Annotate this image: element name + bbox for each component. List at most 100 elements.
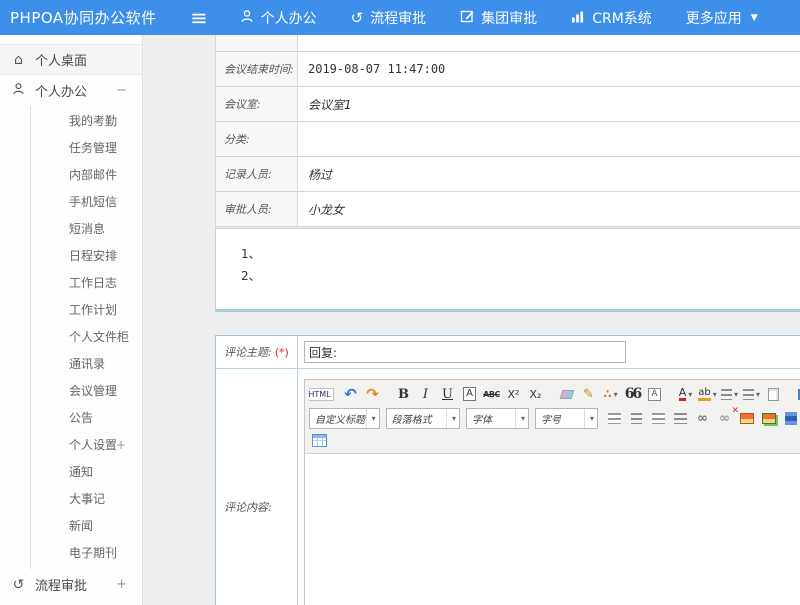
sidebar-item-label: 流程审批 bbox=[35, 575, 87, 594]
sidebar-item-sms[interactable]: 手机短信 bbox=[31, 189, 142, 216]
sidebar-item-internal-mail[interactable]: 内部邮件 bbox=[31, 162, 142, 189]
unordered-list-icon[interactable] bbox=[743, 389, 754, 400]
dropdown-label: 字号 bbox=[541, 411, 561, 426]
insert-image-icon[interactable] bbox=[740, 413, 754, 424]
chevron-down-icon[interactable]: ▾ bbox=[614, 390, 618, 399]
align-right-icon[interactable] bbox=[652, 413, 665, 424]
paste-plain-text-icon[interactable]: A bbox=[648, 388, 661, 401]
caret-down-icon: ▼ bbox=[751, 13, 758, 23]
chevron-down-icon[interactable]: ▾ bbox=[688, 390, 692, 399]
insert-link-icon[interactable]: ∞ bbox=[692, 408, 713, 428]
expand-plus-icon[interactable]: + bbox=[116, 577, 127, 592]
font-color-icon[interactable]: A bbox=[679, 387, 687, 401]
underline-button[interactable]: U bbox=[437, 384, 458, 404]
chevron-down-icon[interactable]: ▾ bbox=[734, 390, 738, 399]
nav-personal-office[interactable]: 个人办公 bbox=[240, 8, 317, 28]
hamburger-menu-icon[interactable]: ≡ bbox=[190, 8, 208, 28]
sidebar-item-label: 公告 bbox=[69, 411, 93, 425]
sidebar-item-news[interactable]: 新闻 bbox=[31, 513, 142, 540]
sidebar-item-personal-settings[interactable]: 个人设置+ bbox=[31, 432, 142, 459]
comment-content-row: 评论内容: HTML ↶ ↷ B I U A bbox=[216, 369, 800, 605]
meeting-content-box: 1、 2、 bbox=[215, 228, 800, 312]
comment-subject-label-cell: 评论主题: (*) bbox=[216, 336, 298, 368]
subscript-button[interactable]: X₂ bbox=[525, 384, 546, 404]
sidebar-item-work-plan[interactable]: 工作计划 bbox=[31, 297, 142, 324]
nav-crm-system[interactable]: CRM系统 bbox=[571, 8, 652, 28]
chevron-down-icon: ▾ bbox=[515, 409, 525, 428]
row-value-cell bbox=[298, 35, 800, 51]
bold-button[interactable]: B bbox=[393, 384, 414, 404]
ordered-list-icon[interactable] bbox=[721, 389, 732, 400]
chevron-down-icon[interactable]: ▾ bbox=[756, 390, 760, 399]
sidebar-item-tasks[interactable]: 任务管理 bbox=[31, 135, 142, 162]
sidebar-item-personal-office[interactable]: 个人办公 − bbox=[0, 75, 142, 106]
color-palette-icon[interactable]: ∴ bbox=[603, 387, 611, 401]
nav-workflow-approval[interactable]: ↺ 流程审批 bbox=[351, 8, 427, 28]
nav-group-approval[interactable]: 集团审批 bbox=[460, 8, 537, 28]
sidebar-item-label: 内部邮件 bbox=[69, 168, 117, 182]
sidebar-item-label: 任务管理 bbox=[69, 141, 117, 155]
align-justify-icon[interactable] bbox=[674, 413, 687, 424]
chevron-down-icon[interactable]: ▾ bbox=[713, 390, 717, 399]
sidebar-item-desktop[interactable]: ⌂ 个人桌面 bbox=[0, 44, 142, 75]
sidebar-item-short-message[interactable]: 短消息 bbox=[31, 216, 142, 243]
highlight-color-icon[interactable]: ab bbox=[698, 387, 710, 401]
comment-subject-input[interactable] bbox=[304, 341, 626, 363]
align-left-icon[interactable] bbox=[608, 413, 621, 424]
expand-plus-icon[interactable]: + bbox=[116, 432, 126, 459]
sidebar-item-schedule[interactable]: 日程安排 bbox=[31, 243, 142, 270]
upload-image-icon[interactable] bbox=[762, 413, 776, 424]
comment-content-label-cell: 评论内容: bbox=[216, 369, 298, 605]
sidebar-item-work-log[interactable]: 工作日志 bbox=[31, 270, 142, 297]
blockquote-button[interactable]: 66 bbox=[622, 384, 643, 404]
sidebar-item-e-journal[interactable]: 电子期刊 bbox=[31, 540, 142, 567]
person-icon bbox=[240, 9, 254, 27]
meeting-end-time-value: 2019-08-07 11:47:00 bbox=[298, 52, 800, 86]
strikethrough-button[interactable]: ABC bbox=[481, 384, 502, 404]
sidebar-item-contacts[interactable]: 通讯录 bbox=[31, 351, 142, 378]
new-page-icon[interactable] bbox=[768, 388, 779, 401]
remove-format-eraser-icon[interactable] bbox=[559, 390, 574, 399]
comment-content-cell: HTML ↶ ↷ B I U A ABC X² X₂ bbox=[298, 369, 800, 605]
app-logo: PHPOA协同办公软件 bbox=[0, 7, 190, 28]
row-label-cell bbox=[216, 35, 298, 51]
table-row: 审批人员: 小龙女 bbox=[216, 192, 800, 227]
table-row: 分类: bbox=[216, 122, 800, 157]
home-icon: ⌂ bbox=[11, 52, 26, 68]
sidebar-item-meetings[interactable]: 会议管理 bbox=[31, 378, 142, 405]
sidebar-item-events[interactable]: 大事记 bbox=[31, 486, 142, 513]
sidebar-item-workflow-approval[interactable]: ↺ 流程审批 + bbox=[0, 569, 142, 600]
collapse-minus-icon[interactable]: − bbox=[116, 83, 127, 98]
sidebar-item-label: 会议管理 bbox=[69, 384, 117, 398]
chevron-down-icon: ▾ bbox=[446, 409, 456, 428]
insert-media-icon[interactable] bbox=[785, 412, 797, 425]
insert-table-icon[interactable] bbox=[312, 434, 327, 447]
undo-icon[interactable]: ↶ bbox=[340, 384, 361, 404]
remove-link-icon[interactable]: ∞✕ bbox=[714, 408, 735, 428]
comment-form: 评论主题: (*) 评论内容: HTML ↶ ↷ bbox=[215, 335, 800, 605]
main-content: 会议结束时间: 2019-08-07 11:47:00 会议室: 会议室1 分类… bbox=[144, 35, 800, 605]
editor-content-area[interactable] bbox=[305, 454, 800, 605]
align-center-icon[interactable] bbox=[631, 413, 642, 424]
font-size-dropdown[interactable]: 字号 ▾ bbox=[535, 408, 598, 429]
format-brush-icon[interactable]: ✎ bbox=[578, 384, 599, 404]
sidebar: ⌂ 个人桌面 个人办公 − 我的考勤 任务管理 内部邮件 手机短信 短消息 日程… bbox=[0, 35, 143, 605]
html-source-button[interactable]: HTML bbox=[309, 388, 334, 401]
sidebar-item-announcements[interactable]: 公告 bbox=[31, 405, 142, 432]
sidebar-item-attendance[interactable]: 我的考勤 bbox=[31, 108, 142, 135]
superscript-button[interactable]: X² bbox=[503, 384, 524, 404]
sidebar-item-label: 个人桌面 bbox=[35, 50, 87, 69]
table-row: 会议结束时间: 2019-08-07 11:47:00 bbox=[216, 52, 800, 87]
redo-icon[interactable]: ↷ bbox=[362, 384, 383, 404]
comment-content-label: 评论内容: bbox=[224, 499, 272, 515]
chevron-down-icon: ▾ bbox=[584, 409, 594, 428]
approver-value: 小龙女 bbox=[298, 192, 800, 226]
italic-button[interactable]: I bbox=[415, 384, 436, 404]
sidebar-item-file-cabinet[interactable]: 个人文件柜 bbox=[31, 324, 142, 351]
font-family-dropdown[interactable]: 字体▾ bbox=[466, 408, 529, 429]
heading-style-dropdown[interactable]: 自定义标题▾ bbox=[309, 408, 380, 429]
nav-more-apps[interactable]: 更多应用 ▼ bbox=[686, 8, 758, 28]
font-style-icon[interactable]: A bbox=[463, 387, 476, 401]
sidebar-item-notifications[interactable]: 通知 bbox=[31, 459, 142, 486]
paragraph-format-dropdown[interactable]: 段落格式▾ bbox=[386, 408, 460, 429]
